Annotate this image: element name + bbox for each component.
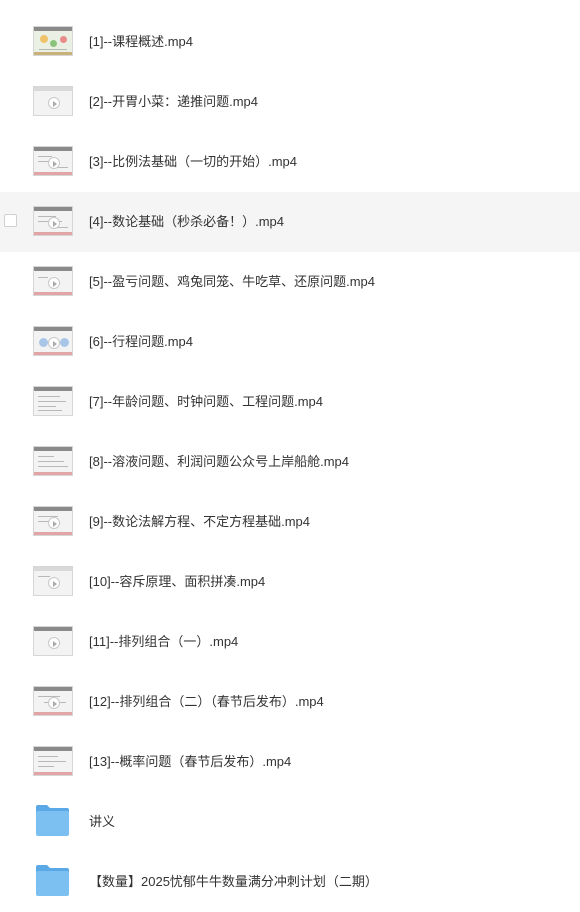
- play-icon: [48, 637, 60, 649]
- video-thumbnail: [33, 566, 73, 596]
- play-icon: [48, 577, 60, 589]
- file-row[interactable]: [4]--数论基础（秒杀必备！）.mp4: [0, 192, 580, 252]
- file-row[interactable]: [13]--概率问题（春节后发布）.mp4: [0, 732, 580, 792]
- folder-icon: [36, 865, 69, 896]
- file-name[interactable]: [2]--开胃小菜：递推问题.mp4: [89, 72, 258, 132]
- file-name[interactable]: [11]--排列组合（一）.mp4: [89, 612, 238, 672]
- file-row[interactable]: [5]--盈亏问题、鸡兔同笼、牛吃草、还原问题.mp4: [0, 252, 580, 312]
- file-row[interactable]: [1]--课程概述.mp4: [0, 12, 580, 72]
- row-checkbox[interactable]: [4, 214, 17, 227]
- file-list: [1]--课程概述.mp4 [2]--开胃小菜：递推问题.mp4 [3]--比例…: [0, 12, 580, 912]
- file-row[interactable]: [2]--开胃小菜：递推问题.mp4: [0, 72, 580, 132]
- file-name[interactable]: [12]--排列组合（二）（春节后发布）.mp4: [89, 672, 324, 732]
- file-name[interactable]: [5]--盈亏问题、鸡兔同笼、牛吃草、还原问题.mp4: [89, 252, 375, 312]
- file-name[interactable]: [7]--年龄问题、时钟问题、工程问题.mp4: [89, 372, 323, 432]
- file-name[interactable]: [1]--课程概述.mp4: [89, 12, 193, 72]
- file-row[interactable]: [7]--年龄问题、时钟问题、工程问题.mp4: [0, 372, 580, 432]
- play-icon: [48, 157, 60, 169]
- file-row[interactable]: [8]--溶液问题、利润问题公众号上岸船舱.mp4: [0, 432, 580, 492]
- file-name[interactable]: [10]--容斥原理、面积拼凑.mp4: [89, 552, 265, 612]
- folder-name[interactable]: 讲义: [89, 792, 115, 852]
- video-thumbnail: [33, 266, 73, 296]
- folder-row[interactable]: 讲义: [0, 792, 580, 852]
- file-name[interactable]: [3]--比例法基础（一切的开始）.mp4: [89, 132, 297, 192]
- file-name[interactable]: [6]--行程问题.mp4: [89, 312, 193, 372]
- file-row[interactable]: [9]--数论法解方程、不定方程基础.mp4: [0, 492, 580, 552]
- file-row[interactable]: [10]--容斥原理、面积拼凑.mp4: [0, 552, 580, 612]
- video-thumbnail: [33, 26, 73, 56]
- file-row[interactable]: [11]--排列组合（一）.mp4: [0, 612, 580, 672]
- folder-icon: [36, 805, 69, 836]
- video-thumbnail: [33, 686, 73, 716]
- video-thumbnail: [33, 746, 73, 776]
- file-name[interactable]: [4]--数论基础（秒杀必备！）.mp4: [89, 192, 284, 252]
- play-icon: [48, 337, 60, 349]
- video-thumbnail: [33, 86, 73, 116]
- video-thumbnail: [33, 326, 73, 356]
- file-name[interactable]: [9]--数论法解方程、不定方程基础.mp4: [89, 492, 310, 552]
- video-thumbnail: [33, 626, 73, 656]
- file-name[interactable]: [13]--概率问题（春节后发布）.mp4: [89, 732, 291, 792]
- folder-name[interactable]: 【数量】2025忧郁牛牛数量满分冲刺计划（二期）: [89, 852, 378, 912]
- video-thumbnail: [33, 146, 73, 176]
- file-row[interactable]: [12]--排列组合（二）（春节后发布）.mp4: [0, 672, 580, 732]
- file-name[interactable]: [8]--溶液问题、利润问题公众号上岸船舱.mp4: [89, 432, 349, 492]
- file-row[interactable]: [6]--行程问题.mp4: [0, 312, 580, 372]
- file-row[interactable]: [3]--比例法基础（一切的开始）.mp4: [0, 132, 580, 192]
- folder-row[interactable]: 【数量】2025忧郁牛牛数量满分冲刺计划（二期）: [0, 852, 580, 912]
- video-thumbnail: [33, 386, 73, 416]
- play-icon: [48, 517, 60, 529]
- play-icon: [48, 217, 60, 229]
- play-icon: [48, 697, 60, 709]
- video-thumbnail: [33, 506, 73, 536]
- play-icon: [48, 277, 60, 289]
- video-thumbnail: [33, 446, 73, 476]
- video-thumbnail: [33, 206, 73, 236]
- play-icon: [48, 97, 60, 109]
